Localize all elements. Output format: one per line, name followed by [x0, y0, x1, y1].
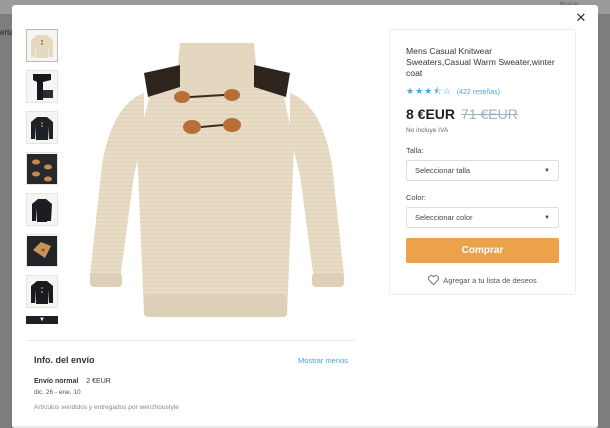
- rating-stars-icon: ★★★⯪☆: [406, 86, 452, 96]
- thumbnail-6[interactable]: [26, 234, 58, 267]
- thumbnail-7[interactable]: [26, 275, 58, 308]
- product-rating: ★★★⯪☆ (422 reseñas): [406, 84, 559, 100]
- heart-icon: [428, 275, 440, 285]
- thumbnail-4[interactable]: [26, 152, 58, 185]
- toggle-buttons-thumb-icon: [27, 153, 57, 184]
- seller-note: Artículos vendidos y entregados por wenz…: [34, 404, 179, 411]
- product-title: Mens Casual Knitwear Sweaters,Casual War…: [406, 46, 555, 78]
- color-select[interactable]: Seleccionar color ▼: [406, 207, 559, 228]
- thumbnail-5[interactable]: [26, 193, 58, 226]
- thumbnails-scroll-down-icon[interactable]: ▼: [26, 316, 58, 324]
- sweater-front-thumb-icon: [31, 34, 53, 58]
- sweater-black-back-thumb-icon: [31, 280, 53, 304]
- color-label: Color:: [406, 193, 427, 202]
- original-price: 71 €EUR: [461, 106, 518, 122]
- shipping-title: Info. del envío: [34, 355, 95, 365]
- reviews-link[interactable]: (422 reseñas): [457, 89, 500, 96]
- chevron-down-icon: ▼: [544, 214, 550, 221]
- size-select-value: Seleccionar talla: [415, 166, 471, 175]
- shipping-info: Info. del envío Mostrar menos Envío norm…: [26, 340, 356, 411]
- thumbnail-2[interactable]: [26, 70, 58, 103]
- add-to-wishlist-button[interactable]: Agregar a tu lista de deseos: [406, 275, 559, 285]
- shoulder-patch-thumb-icon: [27, 235, 57, 266]
- sweater-image: [90, 43, 344, 317]
- sweater-black-thumb-icon: [31, 116, 53, 140]
- buy-button[interactable]: Comprar: [406, 238, 559, 263]
- chevron-down-icon: ▼: [544, 167, 550, 174]
- shipping-method-row: Envío normal 2 €EUR: [34, 378, 348, 385]
- thumbnail-1[interactable]: [26, 29, 58, 62]
- sweater-black-side-thumb-icon: [32, 198, 52, 222]
- wishlist-label: Agregar a tu lista de deseos: [443, 275, 537, 285]
- shipping-cost: 2 €EUR: [86, 378, 111, 385]
- thumbnail-3[interactable]: [26, 111, 58, 144]
- thumbnail-list: ▼: [26, 29, 58, 324]
- current-price: 8 €EUR: [406, 106, 456, 122]
- tax-note: No incluye IVA: [406, 127, 449, 134]
- product-main-image[interactable]: [82, 25, 352, 325]
- product-info-panel: Mens Casual Knitwear Sweaters,Casual War…: [389, 29, 576, 295]
- size-select[interactable]: Seleccionar talla ▼: [406, 160, 559, 181]
- product-modal: ✕ ▼ Mens Casual Knitwear Sweaters,Casual…: [12, 5, 598, 428]
- shipping-method: Envío normal: [34, 378, 79, 385]
- size-label: Talla:: [406, 146, 424, 155]
- price-row: 8 €EUR 71 €EUR: [406, 106, 559, 122]
- color-select-value: Seleccionar color: [415, 213, 473, 222]
- shipping-header: Info. del envío Mostrar menos: [34, 355, 348, 365]
- show-less-link[interactable]: Mostrar menos: [298, 356, 348, 365]
- shipping-dates: dic. 26 - ene. 10: [34, 389, 81, 396]
- sweater-sleeve-thumb-icon: [29, 71, 55, 102]
- close-icon[interactable]: ✕: [574, 11, 588, 25]
